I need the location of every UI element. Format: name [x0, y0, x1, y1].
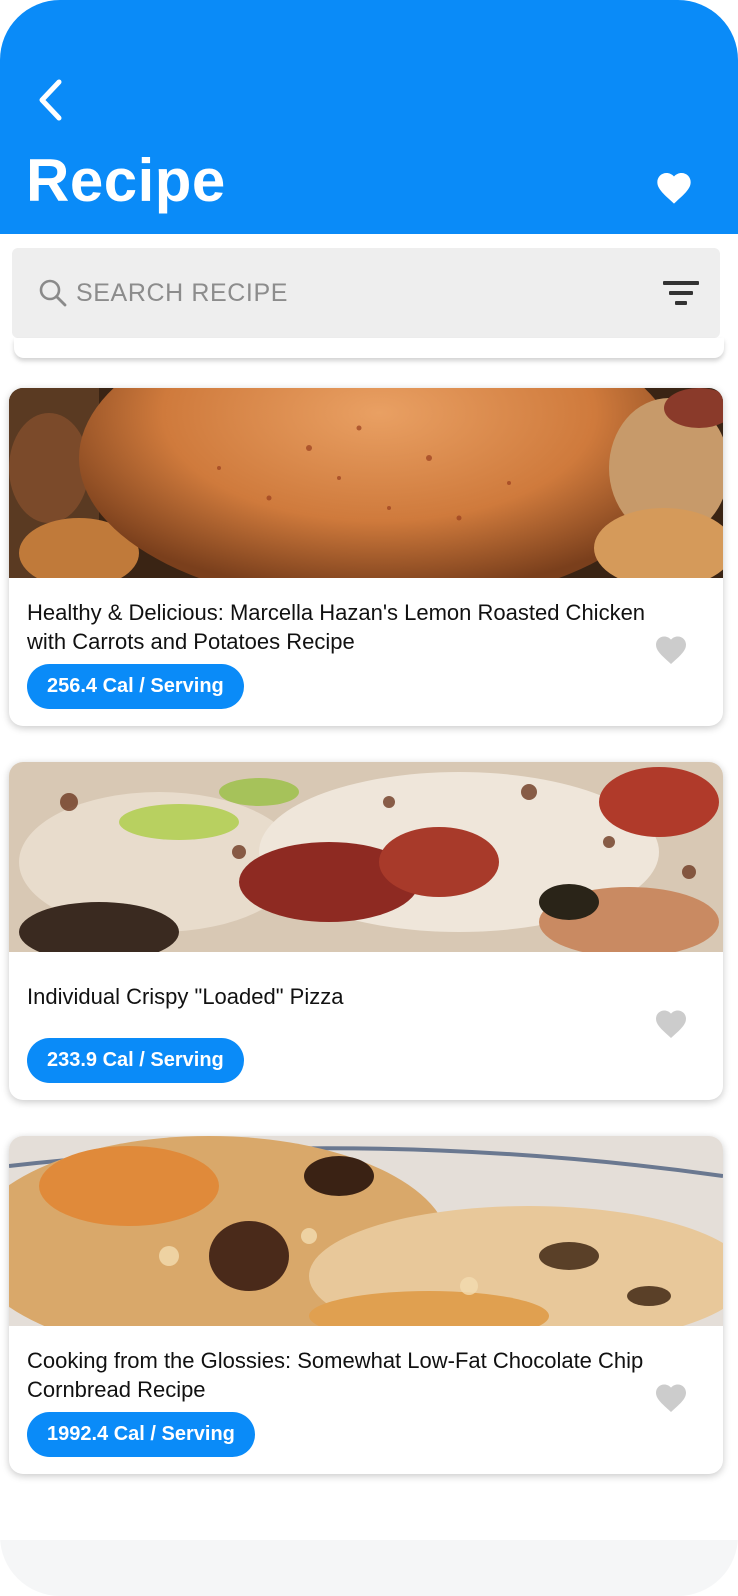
- app-header: Recipe: [0, 0, 738, 234]
- cornbread-photo: [9, 1136, 723, 1326]
- calorie-badge: 1992.4 Cal / Serving: [27, 1412, 255, 1457]
- heart-icon[interactable]: [653, 1006, 689, 1042]
- filter-icon[interactable]: [660, 274, 702, 312]
- chevron-left-icon: [39, 79, 62, 121]
- search-icon: [39, 279, 67, 307]
- recipe-title: Healthy & Delicious: Marcella Hazan's Le…: [27, 600, 646, 654]
- page-title: Recipe: [26, 147, 226, 214]
- recipe-card[interactable]: Individual Crispy "Loaded" Pizza 233.9 C…: [9, 762, 723, 1100]
- list-item-partial: [14, 338, 724, 358]
- bottom-bar: [0, 1540, 738, 1596]
- recipe-card[interactable]: Healthy & Delicious: Marcella Hazan's Le…: [9, 388, 723, 726]
- pizza-photo: [9, 762, 723, 952]
- heart-icon[interactable]: [653, 1380, 689, 1416]
- heart-icon[interactable]: [654, 168, 694, 208]
- search-bar: [12, 248, 720, 338]
- calorie-badge: 256.4 Cal / Serving: [27, 664, 244, 709]
- app-screen: Recipe SEARCH RECIPE Healthy & Delicious…: [0, 0, 738, 1596]
- back-button[interactable]: [30, 74, 70, 126]
- heart-icon[interactable]: [653, 632, 689, 668]
- recipe-card[interactable]: Cooking from the Glossies: Somewhat Low-…: [9, 1136, 723, 1474]
- recipe-title: Individual Crispy "Loaded" Pizza: [27, 984, 344, 1009]
- calorie-badge: 233.9 Cal / Serving: [27, 1038, 244, 1083]
- recipe-title: Cooking from the Glossies: Somewhat Low-…: [27, 1348, 644, 1402]
- search-input[interactable]: [76, 270, 636, 316]
- roasted-chicken-photo: [9, 388, 723, 578]
